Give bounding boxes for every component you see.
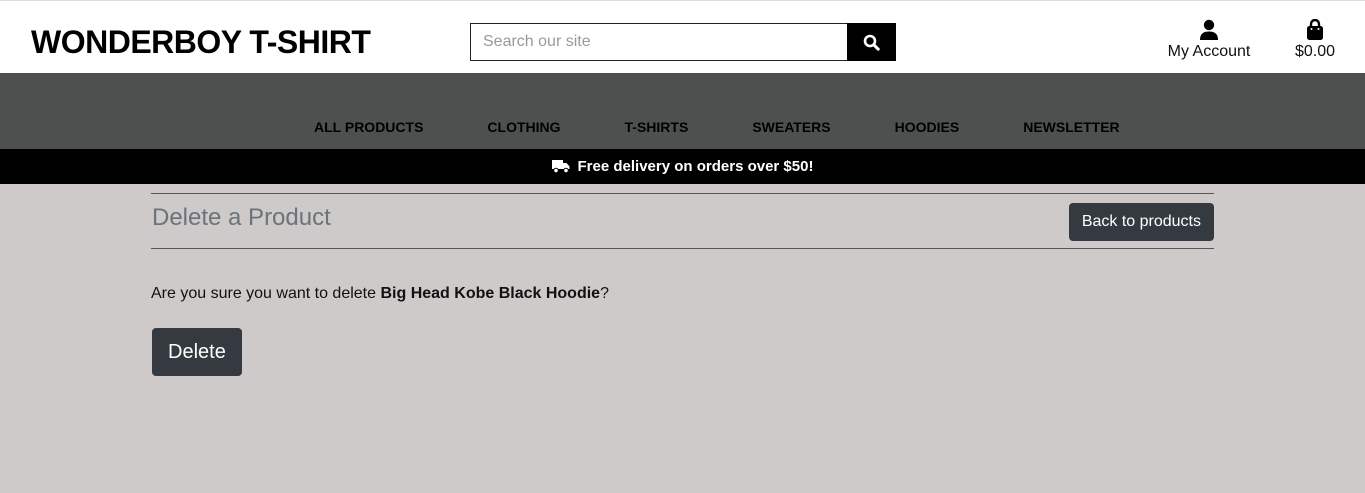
page-title: Delete a Product	[152, 204, 331, 231]
search-icon	[863, 34, 880, 51]
nav-item-clothing[interactable]: CLOTHING	[455, 119, 592, 135]
my-account-link[interactable]: My Account	[1162, 19, 1256, 67]
truck-icon	[551, 159, 570, 174]
search-button[interactable]	[847, 23, 896, 61]
search-form	[470, 23, 896, 61]
main-navigation: ALL PRODUCTS CLOTHING T-SHIRTS SWEATERS …	[0, 73, 1365, 149]
nav-items: ALL PRODUCTS CLOTHING T-SHIRTS SWEATERS …	[282, 119, 1152, 135]
bottom-divider	[151, 248, 1214, 249]
brand-logo-link[interactable]: WONDERBOY T-SHIRT	[31, 23, 371, 61]
delete-button[interactable]: Delete	[152, 328, 242, 376]
user-icon	[1200, 19, 1218, 40]
delivery-banner-text: Free delivery on orders over $50!	[577, 158, 814, 175]
confirm-prefix: Are you sure you want to delete	[151, 285, 381, 302]
page-header: Delete a Product Back to products	[151, 194, 1214, 248]
product-name: Big Head Kobe Black Hoodie	[380, 285, 601, 302]
nav-item-t-shirts[interactable]: T-SHIRTS	[593, 119, 721, 135]
shopping-bag-icon	[1307, 19, 1323, 40]
cart-total: $0.00	[1294, 43, 1336, 60]
back-to-products-button[interactable]: Back to products	[1068, 203, 1214, 241]
nav-item-all-products[interactable]: ALL PRODUCTS	[282, 119, 455, 135]
nav-item-newsletter[interactable]: NEWSLETTER	[991, 119, 1151, 135]
cart-link[interactable]: $0.00	[1290, 19, 1340, 67]
delete-confirmation-text: Are you sure you want to delete Big Head…	[151, 285, 1214, 303]
main-content: Delete a Product Back to products Are yo…	[151, 193, 1214, 376]
search-input[interactable]	[470, 23, 847, 61]
nav-item-sweaters[interactable]: SWEATERS	[720, 119, 862, 135]
my-account-label: My Account	[1167, 43, 1251, 60]
nav-item-hoodies[interactable]: HOODIES	[863, 119, 992, 135]
site-header: WONDERBOY T-SHIRT My Account $0.00	[0, 0, 1365, 73]
confirm-suffix: ?	[600, 285, 609, 302]
delivery-banner: Free delivery on orders over $50!	[0, 149, 1365, 184]
